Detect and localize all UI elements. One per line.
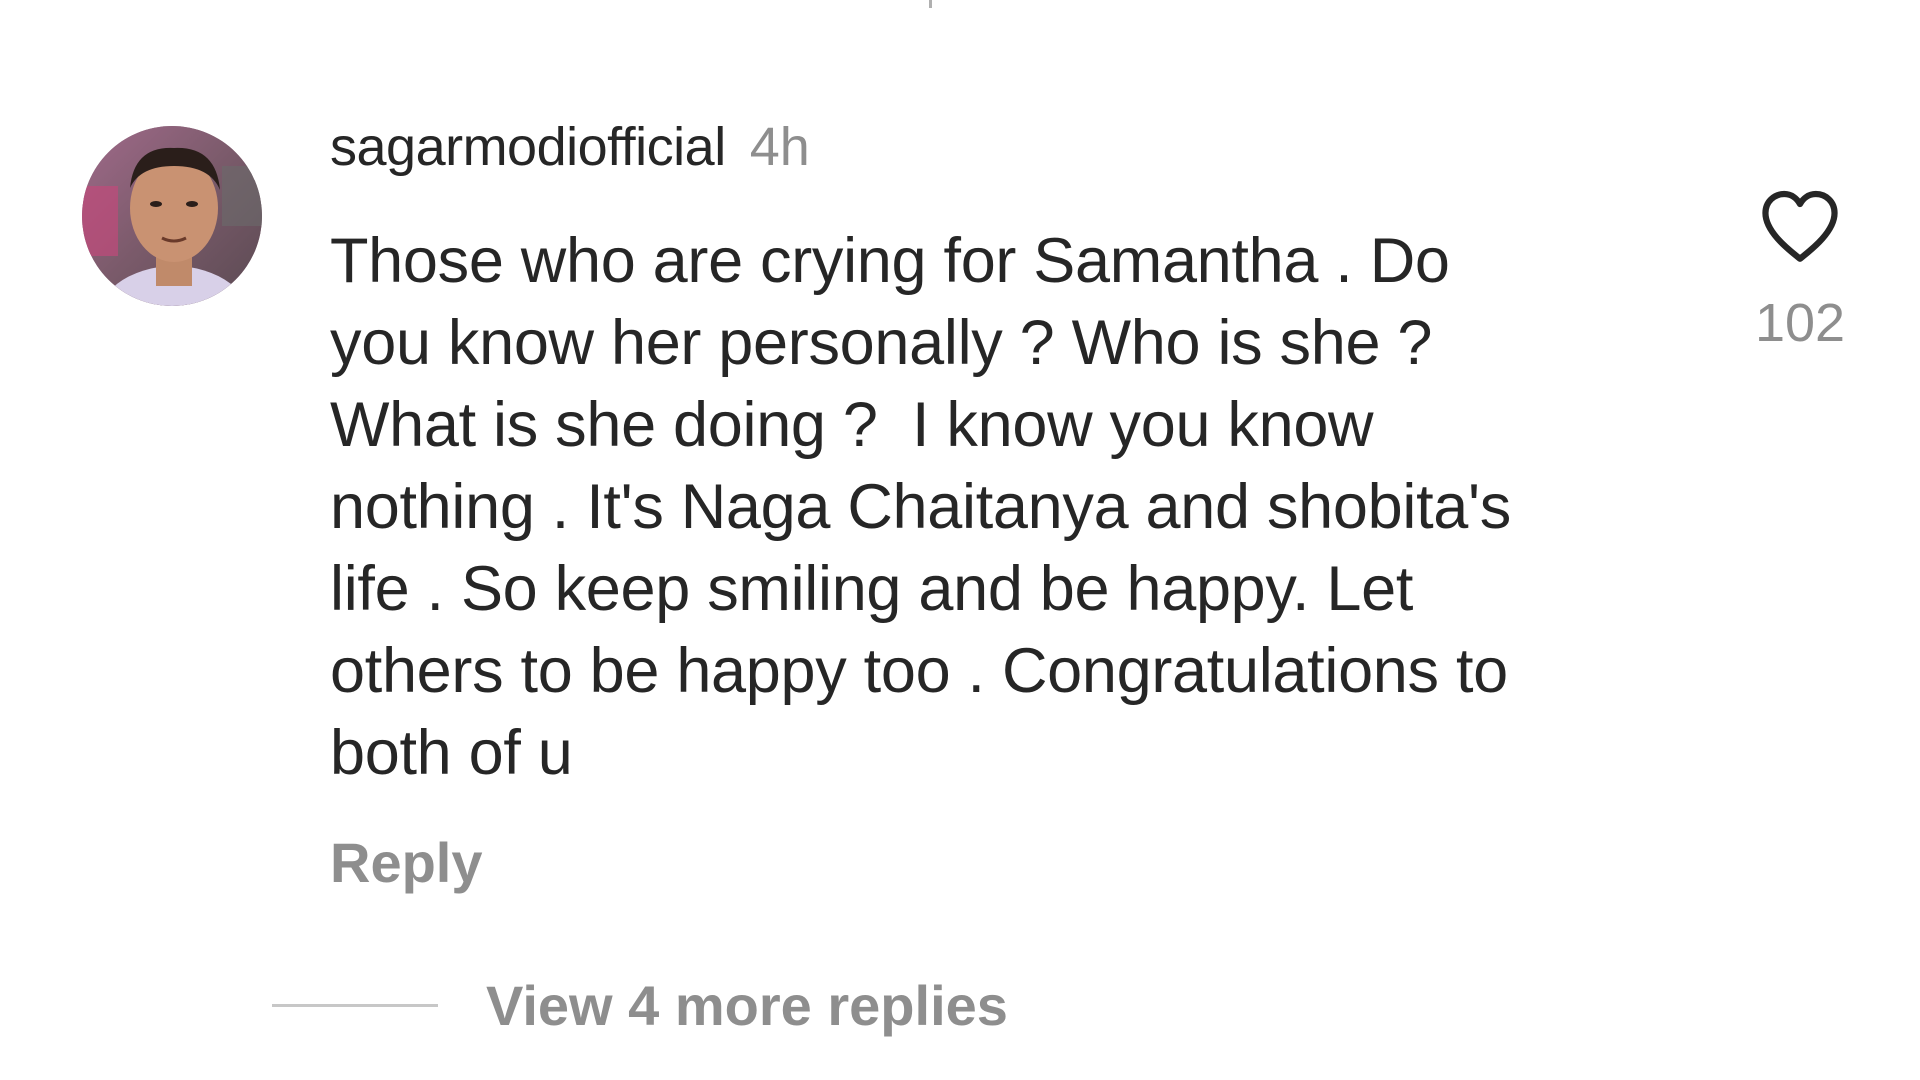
comment-line: you know her personally ? Who is she ? xyxy=(330,308,1433,378)
avatar[interactable] xyxy=(82,126,262,306)
timestamp: 4h xyxy=(749,117,810,177)
like-count[interactable]: 102 xyxy=(1740,292,1860,354)
comment-line: What is she doing ? I know you know xyxy=(330,390,1374,460)
like-control: 102 xyxy=(1740,188,1860,354)
comment-line: nothing . It's Naga Chaitanya and shobit… xyxy=(330,472,1511,542)
view-replies-row: View 4 more replies xyxy=(272,970,1008,1040)
comment-header: sagarmodiofficial 4h xyxy=(330,116,810,184)
comment-line: life . So keep smiling and be happy. Let xyxy=(330,554,1414,624)
replies-divider xyxy=(272,1003,438,1007)
user-avatar-icon xyxy=(82,126,262,306)
reply-button[interactable]: Reply xyxy=(330,830,483,895)
comment-text: Those who are crying for Samantha . Do y… xyxy=(330,220,1690,794)
comment-line: others to be happy too . Congratulations… xyxy=(330,636,1508,706)
comment-item: sagarmodiofficial 4h Those who are cryin… xyxy=(0,0,1920,1080)
view-more-replies-button[interactable]: View 4 more replies xyxy=(486,973,1008,1038)
comment-line: Those who are crying for Samantha . Do xyxy=(330,226,1450,296)
comment-line: both of u xyxy=(330,718,573,788)
heart-outline-icon[interactable] xyxy=(1758,188,1842,264)
username[interactable]: sagarmodiofficial xyxy=(330,116,726,178)
